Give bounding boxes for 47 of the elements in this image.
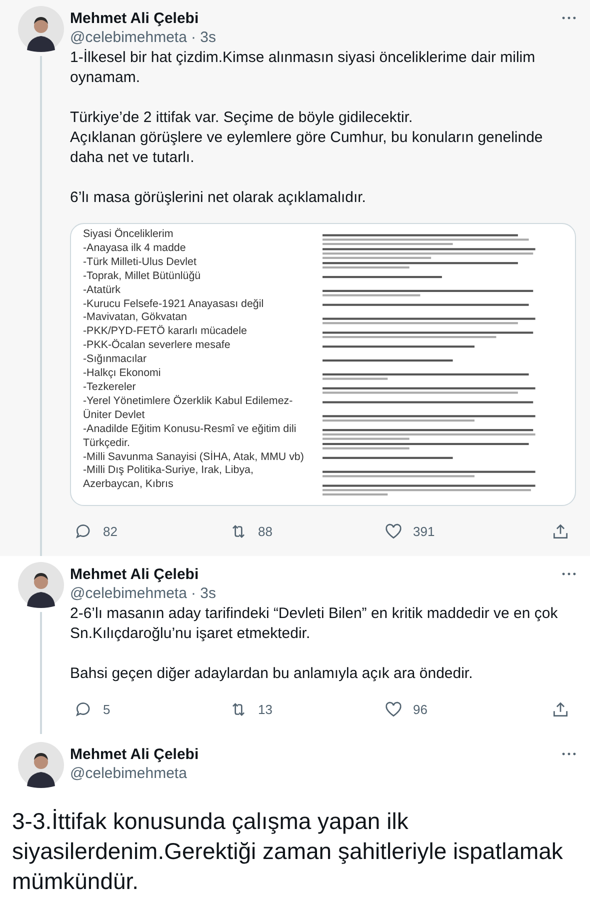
- author-name[interactable]: Mehmet Ali Çelebi: [70, 746, 199, 763]
- list-title: Siyasi Önceliklerim: [83, 228, 174, 242]
- list-item: -Anadilde Eğitim Konusu-Resmî ve eğitim dili Türkçedir.: [83, 422, 298, 450]
- list-item: -Yerel Yönetimlere Özerklik Kabul Edilemez-Üniter Devlet: [83, 394, 294, 423]
- list-item: -Milli Savunma Sanayisi (SİHA, Atak, MMU vb): [83, 450, 305, 464]
- like-count: 96: [413, 702, 428, 716]
- image-attachment[interactable]: [70, 223, 576, 506]
- list-item: -Sığınmacılar: [83, 353, 148, 368]
- author-handle[interactable]: @celebimehmeta: [70, 765, 187, 782]
- retweet-count: 88: [258, 524, 272, 538]
- avatar-silhouette[interactable]: [18, 6, 64, 52]
- heart-icon[interactable]: [384, 700, 403, 718]
- tweet-text: 2-6’lı masanın aday tarifindeki “Devleti Bilen” en kritik maddedir ve en çok Sn.Kılıçdaroğlu’nu işaret etmektedir.: [70, 604, 559, 644]
- more-icon[interactable]: [562, 752, 576, 756]
- more-icon[interactable]: [562, 16, 576, 20]
- tweet-text: 3-3.İttifak konusunda çalışma yapan ilk siyasilerdenim.Gerektiği zaman şahitleriyle ispatlamak mümkündür.: [12, 807, 564, 896]
- tweet-text: 1-İlkesel bir hat çizdim.Kimse alınmasın siyasi önceliklerime dair milim oynamam.: [70, 48, 536, 88]
- tweet-text: Türkiye’de 2 ittifak var. Seçime de böyle gidilecektir. Açıklanan görüşlere ve eylemlere göre Cumhur, bu konuların genelinde daha net ve tutarlı.: [70, 108, 544, 168]
- list-item: -Anayasa ilk 4 madde: [83, 242, 187, 256]
- list-item: -Mavivatan, Gökvatan: [83, 311, 188, 325]
- share-icon[interactable]: [551, 522, 570, 540]
- author-handle[interactable]: @celebimehmeta: [70, 29, 187, 46]
- tweet-text: 6’lı masa görüşlerini net olarak açıklamalıdır.: [70, 188, 367, 208]
- avatar-silhouette[interactable]: [18, 562, 64, 608]
- list-item: -Halkçı Ekonomi: [83, 367, 162, 381]
- reply-count: 5: [103, 702, 110, 716]
- share-icon[interactable]: [551, 700, 570, 718]
- tweet-time[interactable]: · 3s: [190, 29, 216, 46]
- list-item: -Milli Dış Politika-Suriye, Irak, Libya, Azerbaycan, Kıbrıs: [83, 464, 254, 492]
- author-name[interactable]: Mehmet Ali Çelebi: [70, 566, 216, 583]
- list-item: -PKK/PYD-FETÖ kararlı mücadele: [83, 325, 248, 339]
- list-item: -Toprak, Millet Bütünlüğü: [83, 270, 202, 284]
- reply-count: 82: [103, 524, 118, 538]
- list-item: -Türk Milleti-Ulus Devlet: [83, 256, 198, 270]
- author-handle[interactable]: @celebimehmeta: [70, 585, 187, 602]
- more-icon[interactable]: [562, 572, 576, 576]
- tweet-time[interactable]: · 3s: [190, 585, 216, 602]
- author-name[interactable]: Mehmet Ali Çelebi: [70, 10, 216, 27]
- tweet-text: Bahsi geçen diğer adaylardan bu anlamıyla açık ara öndedir.: [70, 664, 474, 684]
- heart-icon[interactable]: [384, 522, 403, 540]
- list-item: -Tezkereler: [83, 380, 137, 395]
- list-item: -Atatürk: [83, 284, 122, 298]
- like-count: 391: [413, 524, 435, 538]
- avatar-silhouette[interactable]: [18, 742, 64, 788]
- list-item: -PKK-Öcalan severlere mesafe: [83, 339, 232, 354]
- list-item: -Kurucu Felsefe-1921 Anayasası değil: [83, 298, 265, 312]
- retweet-count: 13: [258, 702, 272, 716]
